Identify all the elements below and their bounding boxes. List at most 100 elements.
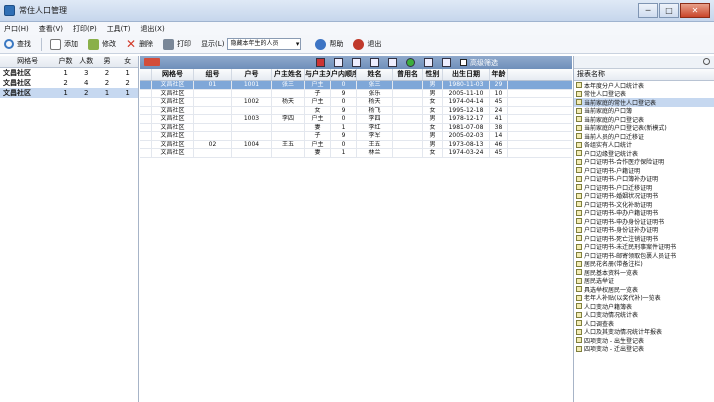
refresh-icon[interactable]	[406, 58, 415, 67]
help-button[interactable]: 帮助	[315, 38, 343, 50]
search-icon[interactable]	[703, 58, 710, 65]
report-item[interactable]: 户口证明书-户籍证明	[574, 166, 714, 175]
col-header-owner[interactable]: 户主姓名	[272, 69, 305, 80]
col-header-age[interactable]: 年龄	[490, 69, 508, 80]
display-select[interactable]: 隐藏本年生的人员	[227, 38, 302, 50]
edit-button[interactable]: 修改	[88, 38, 116, 50]
row-indicator[interactable]	[140, 149, 152, 157]
copy-icon[interactable]	[334, 58, 343, 67]
advanced-filter-checkbox[interactable]	[460, 59, 467, 66]
report-item[interactable]: 居民选举证	[574, 277, 714, 285]
report-item[interactable]: 人口调查表	[574, 319, 714, 328]
table-row[interactable]: 文昌社区 1002 杨天 户主 0 杨天女 1974-04-14 45	[140, 98, 572, 107]
cut-icon[interactable]	[316, 58, 325, 67]
export-icon[interactable]	[388, 58, 397, 67]
report-item[interactable]: 常住人口登记表	[574, 90, 714, 98]
col-header-former-name[interactable]: 曾用名	[393, 69, 423, 80]
exit-button[interactable]: 退出	[353, 38, 381, 50]
table-row[interactable]: 文昌社区 子 9 张乐 男 2005-11-10 10	[140, 89, 572, 98]
row-indicator[interactable]	[140, 132, 152, 140]
add-button[interactable]: 添加	[50, 38, 78, 50]
table-row[interactable]: 文昌社区 1003 李四 户主 0 李四男 1978-12-17 41	[140, 115, 572, 124]
report-item[interactable]: 户口证明书-文化补助证明	[574, 200, 714, 209]
table-row[interactable]: 文昌社区 02 1004 王五 户主 0 王五男 1973-08-13 46	[140, 140, 572, 149]
report-item[interactable]: 户口证明书-邮寄领取包裹人员证书	[574, 251, 714, 260]
col-header-birthdate[interactable]: 出生日期	[443, 69, 490, 80]
report-item[interactable]: 户口证明书-申办户籍证明书	[574, 209, 714, 217]
cell-birthdate: 1995-12-18	[443, 106, 490, 114]
report-item[interactable]: 人口变动情况统计表	[574, 311, 714, 319]
summary-row[interactable]: 文昌社区 2 4 2 2	[0, 78, 138, 88]
summary-header-grid[interactable]: 网格号	[0, 56, 55, 67]
report-item[interactable]: 户口证明书-申办身份证证明书	[574, 217, 714, 226]
report-item[interactable]: 人口及其变动情况统计年报表	[574, 328, 714, 336]
report-item[interactable]: 户口证明书-户口簿补办证明	[574, 175, 714, 183]
row-indicator[interactable]	[140, 123, 152, 131]
table-icon[interactable]	[370, 58, 379, 67]
summary-header-female[interactable]: 女	[117, 56, 138, 67]
col-header-name[interactable]: 姓名	[357, 69, 393, 80]
report-search-bar[interactable]	[574, 56, 714, 69]
menu-print[interactable]: 打印(P)	[73, 24, 97, 34]
report-item[interactable]: 户口证明书-合作医疗保险证明	[574, 158, 714, 166]
close-button[interactable]: ✕	[680, 3, 710, 18]
row-indicator[interactable]	[140, 89, 152, 97]
report-item[interactable]: 户口证明书-未迁民刑事案件证明书	[574, 243, 714, 251]
report-item[interactable]: 四项变动 - 迁出登记表	[574, 345, 714, 353]
paste-icon[interactable]	[352, 58, 361, 67]
delete-button[interactable]: ✕ 删除	[126, 37, 153, 51]
report-item[interactable]: 当前家庭的户口登记表(新模式)	[574, 124, 714, 132]
summary-row-selected[interactable]: 文昌社区 1 2 1 1	[0, 88, 138, 98]
maximize-button[interactable]: □	[659, 3, 679, 18]
report-item[interactable]: 人口变动户籍簿表	[574, 302, 714, 311]
report-item[interactable]: 具选举权居民一览表	[574, 285, 714, 294]
report-item[interactable]: 户口证明书-死亡注销证明书	[574, 234, 714, 243]
report-item[interactable]: 户口证明书-身份证补办证明	[574, 226, 714, 234]
report-item[interactable]: 当前人员的户口迁移证	[574, 132, 714, 141]
minimize-button[interactable]: ─	[638, 3, 658, 18]
table-row[interactable]: 文昌社区女 9 杨飞女 1995-12-18 24	[140, 106, 572, 115]
report-item[interactable]: 居民基本资料一览表	[574, 268, 714, 277]
summary-row[interactable]: 文昌社区 1 3 2 1	[0, 68, 138, 78]
print-button[interactable]: 打印	[163, 38, 191, 50]
report-item[interactable]: 四项变动 - 出生登记表	[574, 336, 714, 345]
col-header-group[interactable]: 组号	[194, 69, 232, 80]
col-header-grid[interactable]: 网格号	[152, 69, 194, 80]
summary-header-male[interactable]: 男	[97, 56, 118, 67]
search-icon[interactable]	[442, 58, 451, 67]
columns-icon[interactable]	[424, 58, 433, 67]
col-header-household[interactable]: 户号	[232, 69, 272, 80]
row-indicator[interactable]	[140, 140, 152, 148]
report-item[interactable]: 户口证明书-婚姻状况证明书	[574, 192, 714, 200]
table-row[interactable]: 文昌社区 子 9 李军 男 2005-02-03 14	[140, 132, 572, 141]
menu-household[interactable]: 户口(H)	[4, 24, 29, 34]
col-header-sex[interactable]: 性别	[423, 69, 443, 80]
report-item[interactable]: 老年人补贴(以奖代补)一览表	[574, 294, 714, 302]
table-row[interactable]: 文昌社区 妻 1 李红 女 1981-07-08 38	[140, 123, 572, 132]
report-item[interactable]: 当前家庭的常住人口登记表	[574, 98, 714, 107]
report-item[interactable]: 户口边缘登记统计表	[574, 149, 714, 158]
menu-tools[interactable]: 工具(T)	[107, 24, 131, 34]
table-row-selected[interactable]: 文昌社区 01 1001 张三 户主 0 张三男 1980-11-03 29	[140, 81, 572, 90]
row-indicator[interactable]	[140, 81, 152, 89]
report-item[interactable]: 当前家庭的户口登记表	[574, 115, 714, 124]
summary-header-people[interactable]: 人数	[76, 56, 97, 67]
menu-view[interactable]: 查看(V)	[39, 24, 63, 34]
report-item[interactable]: 各组实有人口统计	[574, 141, 714, 149]
menu-exit[interactable]: 退出(X)	[140, 24, 164, 34]
row-indicator[interactable]	[140, 98, 152, 106]
delete-x-icon: ✕	[126, 37, 137, 51]
table-row[interactable]: 文昌社区 妻 1 林兰 女 1974-03-24 45	[140, 149, 572, 158]
row-indicator[interactable]	[140, 115, 152, 123]
report-item[interactable]: 当前家庭的户口簿	[574, 107, 714, 115]
find-button[interactable]: 查找	[4, 39, 31, 49]
col-header-order[interactable]: 户内顺序	[331, 69, 357, 80]
cell-birthdate: 1974-03-24	[443, 149, 490, 157]
summary-header-households[interactable]: 户数	[55, 56, 76, 67]
col-header-relation[interactable]: 与户主关系	[305, 69, 331, 80]
report-item[interactable]: 本年度分户人口统计表	[574, 81, 714, 90]
report-item[interactable]: 居民花名册(带备注栏)	[574, 260, 714, 268]
report-file-icon	[576, 158, 582, 165]
row-indicator[interactable]	[140, 106, 152, 114]
report-item[interactable]: 户口证明书-户口迁移证明	[574, 183, 714, 192]
